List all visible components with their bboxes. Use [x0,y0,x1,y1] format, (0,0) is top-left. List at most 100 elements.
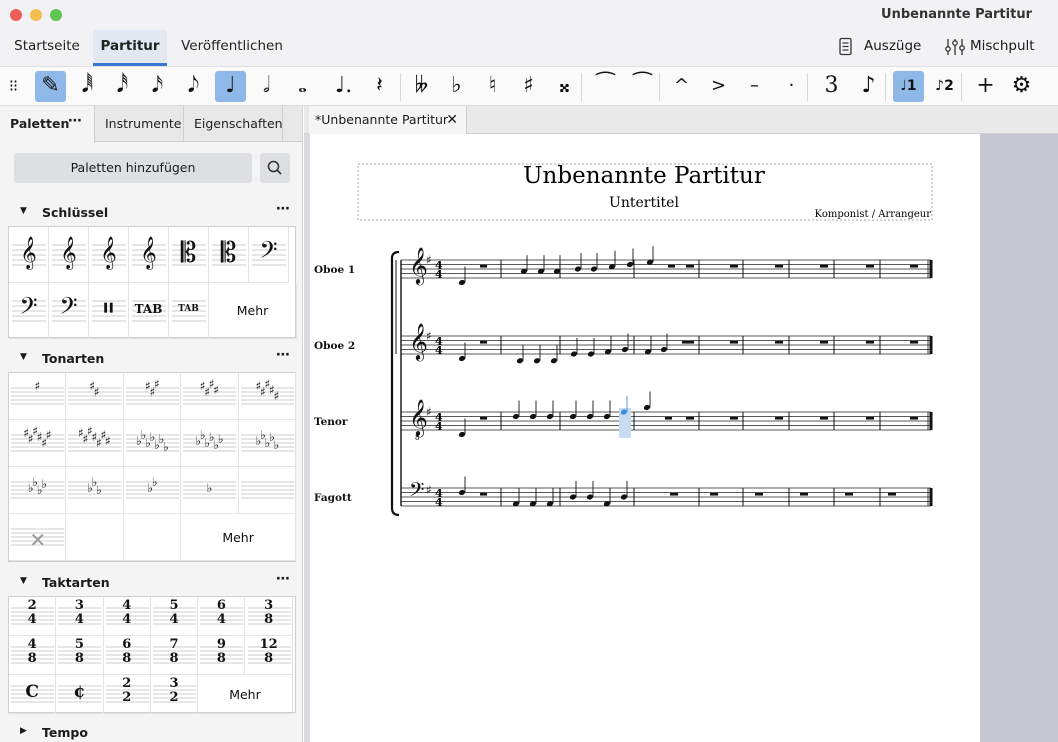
sharp-icon[interactable]: ♯ [426,329,432,343]
alto-clef-icon[interactable]: 𝄡 [169,227,209,283]
section-tempo[interactable]: ▶ Tempo [0,723,302,742]
timesig-denominator[interactable]: 4 [435,268,443,281]
instrument-name[interactable]: Fagott [314,492,352,504]
score-canvas[interactable]: Unbenannte Partitur Untertitel Komponist… [304,134,1058,742]
whole-rest-icon[interactable] [710,492,718,496]
timesig-item[interactable]: C [9,675,57,714]
whole-rest-icon[interactable] [910,264,918,268]
key-signature-g-flat-major-icon[interactable]: ♭ ♭ ♭ ♭ ♭ ♭ [181,420,239,467]
timesig-denominator[interactable]: 4 [435,496,443,509]
timesig-item[interactable]: 38 [245,597,293,636]
bass-clef-icon[interactable]: 𝄢 [409,478,424,506]
tab-small-clef-icon[interactable]: TAB [169,283,209,339]
section-timesigs[interactable]: ▼ Taktarten ⋯ [0,571,302,595]
tab-score[interactable]: Partitur [93,30,167,66]
score-subtitle[interactable]: Untertitel [609,195,679,211]
timesig-item[interactable]: 64 [198,597,246,636]
key-signature-e-major-icon[interactable]: ♯ ♯ ♯ ♯ [181,373,239,420]
whole-rest-icon[interactable] [686,340,694,344]
section-keys[interactable]: ▼ Tonarten ⋯ [0,347,302,371]
whole-rest-icon[interactable] [686,264,694,268]
key-signature-d-major-icon[interactable]: ♯ ♯ [66,373,124,420]
section-clefs[interactable]: ▼ Schlüssel ⋯ [0,201,302,225]
tab-home[interactable]: Startseite [6,30,88,66]
whole-rest-icon[interactable] [888,492,896,496]
key-signature-c-flat-major-icon[interactable]: ♭ ♭ ♭ ♭ ♭ ♭ ♭ [123,420,182,467]
whole-rest-icon[interactable] [800,492,808,496]
whole-rest-icon[interactable] [910,340,918,344]
quarter-note-icon[interactable]: ♩ [215,71,246,102]
key-signature-d-flat-major-icon[interactable]: ♭ ♭ ♭ ♭ ♭ [238,420,296,467]
tab-instruments[interactable]: Instrumente [95,106,184,142]
timesig-item[interactable]: 58 [56,636,104,675]
tie-icon[interactable]: ⁀ [590,71,621,102]
timesig-item[interactable]: 24 [9,597,57,636]
score-page[interactable]: Unbenannte Partitur Untertitel Komponist… [310,134,980,742]
whole-rest-icon[interactable] [910,416,918,420]
whole-rest-icon[interactable] [775,264,783,268]
collapse-arrow-icon[interactable]: ▼ [20,576,27,586]
augmentation-dot-icon[interactable]: ♩. [328,71,359,102]
tab-clef-icon[interactable]: TAB [129,283,169,339]
key-signature-e-flat-major-icon[interactable]: ♭ ♭ ♭ [66,467,124,514]
sharp-icon[interactable]: ♯ [426,483,432,497]
key-signature-f-sharp-major-icon[interactable]: ♯ ♯ ♯ ♯ ♯ ♯ [9,420,67,467]
whole-rest-icon[interactable] [820,340,828,344]
timesig-item[interactable]: 12 8 [245,636,293,675]
collapse-arrow-icon[interactable]: ▼ [20,352,27,362]
key-signature-open-atonal-icon[interactable]: ✕ [9,514,67,561]
key-signature-c-major-icon[interactable] [238,467,296,514]
tab-palettes[interactable]: Paletten ⋯ [0,106,95,143]
tab-publish[interactable]: Veröffentlichen [174,30,290,66]
whole-rest-icon[interactable] [730,264,738,268]
drag-handle-icon[interactable]: ⁝⁝ [4,71,22,102]
whole-rest-icon[interactable] [670,492,678,496]
whole-rest-icon[interactable] [775,340,783,344]
timesig-item[interactable]: 48 [9,636,57,675]
timesig-item[interactable]: 68 [103,636,151,675]
key-signature-a-flat-major-icon[interactable]: ♭ ♭ ♭ ♭ [9,467,67,514]
close-tab-icon[interactable]: ✕ [446,106,458,134]
whole-rest-icon[interactable] [820,264,828,268]
timesig-item[interactable]: 22 [103,675,151,714]
mixer-button[interactable]: Mischpult [942,30,1042,66]
treble-clef-icon[interactable]: 𝄞 [9,227,49,283]
score-composer[interactable]: Komponist / Arrangeur [815,209,932,220]
half-rest-icon[interactable] [480,416,487,420]
whole-rest-icon[interactable] [845,492,853,496]
timesig-item[interactable]: 44 [103,597,151,636]
tab-properties[interactable]: Eigenschaften [184,106,283,142]
half-rest-icon[interactable] [480,264,487,268]
whole-rest-icon[interactable] [866,416,874,420]
whole-rest-icon[interactable] [775,416,783,420]
section-menu-dots-icon[interactable]: ⋯ [276,571,291,587]
section-menu-dots-icon[interactable]: ⋯ [276,347,291,363]
whole-rest-icon[interactable] [820,416,828,420]
instrument-name[interactable]: Oboe 1 [314,264,355,276]
add-icon[interactable]: + [970,71,1001,102]
staccato-icon[interactable]: · [776,71,807,102]
accent-icon[interactable]: > [703,71,734,102]
tenuto-icon[interactable]: – [739,71,770,102]
tuplet-icon[interactable]: 3 [816,71,847,102]
document-tab[interactable]: *Unbenannte Partitur ✕ [309,106,467,134]
double-flat-icon[interactable]: 𝄫 [406,71,437,102]
settings-icon[interactable]: ⚙ [1006,71,1037,102]
whole-rest-icon[interactable] [866,340,874,344]
treble-8vb-clef-icon[interactable]: 𝄞 [129,227,169,283]
whole-rest-icon[interactable] [730,416,738,420]
32nd-note-icon[interactable]: 𝅘𝅥𝅰 [107,71,138,102]
whole-rest-icon[interactable] [755,492,763,496]
flip-direction-icon[interactable]: ♪ [853,71,884,102]
64th-note-icon[interactable]: 𝅘𝅥𝅱 [72,71,103,102]
half-rest-icon[interactable] [665,416,672,420]
key-signature-a-major-icon[interactable]: ♯ ♯ ♯ [123,373,182,420]
zoom-window-icon[interactable] [50,9,62,21]
section-menu-dots-icon[interactable]: ⋯ [276,201,291,217]
add-palettes-button[interactable]: Paletten hinzufügen [14,153,252,183]
timesig-denominator[interactable]: 4 [435,420,443,433]
bass-8vb-clef-icon[interactable]: 𝄢 [49,283,89,339]
slur-icon[interactable]: ⁀ [627,71,658,102]
palettes-menu-dots-icon[interactable]: ⋯ [68,104,82,139]
expand-arrow-icon[interactable]: ▶ [20,726,27,736]
